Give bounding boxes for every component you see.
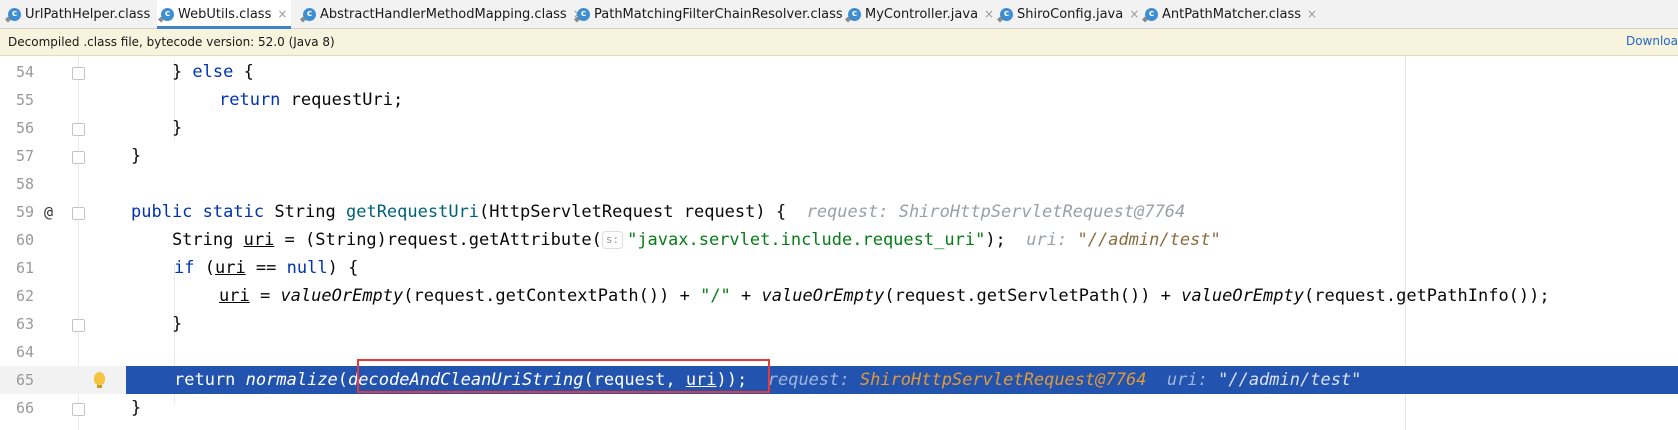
tab-label: MyController.java — [865, 6, 979, 22]
parameter-hint: s: — [601, 231, 624, 249]
line-number: 61 — [15, 259, 34, 277]
lightbulb-icon[interactable] — [94, 372, 105, 388]
inline-debug-hint: request: ShiroHttpServletRequest@7764 — [806, 202, 1186, 222]
line-number: 62 — [15, 287, 34, 305]
code-text: if (uri == null) { — [174, 258, 359, 278]
annotation-highlight-box — [357, 359, 770, 393]
close-icon[interactable]: × — [984, 7, 994, 21]
class-icon: c — [8, 7, 21, 21]
code-text: public static String getRequestUri(HttpS… — [131, 202, 1186, 222]
code-editor[interactable]: 54 } else { 55 return requestUri; 56 } 5… — [0, 56, 1678, 430]
class-icon: c — [303, 7, 316, 21]
download-sources-link[interactable]: Downloa — [1626, 34, 1678, 48]
class-icon: c — [1000, 7, 1013, 21]
code-line[interactable]: 54 } else { — [0, 58, 1678, 86]
tab-mycontroller[interactable]: c MyController.java × — [848, 0, 994, 28]
code-text: return requestUri; — [219, 90, 404, 110]
fold-icon[interactable] — [72, 207, 85, 220]
tab-abstracthandlermethodmapping[interactable]: c AbstractHandlerMethodMapping.class × — [303, 0, 583, 28]
tab-antpathmatcher[interactable]: c AntPathMatcher.class × — [1145, 0, 1317, 28]
code-text: } — [131, 146, 142, 166]
code-text: } else { — [131, 62, 254, 82]
class-icon: c — [848, 7, 861, 21]
class-icon: c — [577, 7, 590, 21]
banner-message: Decompiled .class file, bytecode version… — [8, 35, 335, 49]
fold-icon[interactable] — [72, 403, 85, 416]
fold-icon[interactable] — [72, 151, 85, 164]
code-text: uri = valueOrEmpty(request.getContextPat… — [219, 286, 1550, 306]
tab-label: AbstractHandlerMethodMapping.class — [320, 6, 567, 22]
tab-shiroconfig[interactable]: c ShiroConfig.java × — [1000, 0, 1139, 28]
code-text: String uri = (String)request.getAttribut… — [131, 230, 1221, 250]
inline-debug-hint: uri: "//admin/test" — [1026, 230, 1221, 250]
fold-icon[interactable] — [72, 123, 85, 136]
line-number: 66 — [15, 399, 34, 417]
tab-label: UrlPathHelper.class — [25, 6, 151, 22]
gutter-background — [34, 366, 126, 394]
inline-debug-hint: request: ShiroHttpServletRequest@7764 ur… — [767, 370, 1362, 390]
line-number: 54 — [15, 63, 34, 81]
code-line[interactable]: 66 } — [0, 394, 1678, 422]
tab-webutils[interactable]: c WebUtils.class × — [157, 0, 292, 29]
line-number: 60 — [15, 231, 34, 249]
code-line[interactable]: 59 @ public static String getRequestUri(… — [0, 198, 1678, 226]
fold-icon[interactable] — [72, 319, 85, 332]
code-line[interactable]: 61 if (uri == null) { — [0, 254, 1678, 282]
line-number: 56 — [15, 119, 34, 137]
code-line[interactable]: 63 } — [0, 310, 1678, 338]
override-marker-icon[interactable]: @ — [44, 198, 53, 226]
code-text: } — [131, 118, 183, 138]
tab-urlpathhelper[interactable]: c UrlPathHelper.class × — [8, 0, 166, 28]
code-text: } — [131, 314, 183, 334]
tab-label: WebUtils.class — [178, 6, 272, 22]
close-icon[interactable]: × — [1307, 7, 1317, 21]
line-number: 58 — [15, 175, 34, 193]
code-line[interactable]: 57 } — [0, 142, 1678, 170]
line-number: 64 — [15, 343, 34, 361]
tab-pathmatchingfilterchainresolver[interactable]: c PathMatchingFilterChainResolver.class … — [577, 0, 859, 28]
line-number: 57 — [15, 147, 34, 165]
code-line[interactable]: 62 uri = valueOrEmpty(request.getContext… — [0, 282, 1678, 310]
code-line[interactable]: 56 } — [0, 114, 1678, 142]
current-execution-line[interactable]: 65 return normalize(decodeAndCleanUriStr… — [0, 366, 1678, 394]
tab-label: PathMatchingFilterChainResolver.class — [594, 6, 843, 22]
decompiled-banner: Decompiled .class file, bytecode version… — [0, 29, 1678, 56]
code-text: } — [131, 398, 142, 418]
fold-icon[interactable] — [72, 67, 85, 80]
class-icon: c — [161, 7, 174, 21]
code-line[interactable]: 64 — [0, 338, 1678, 366]
class-icon: c — [1145, 7, 1158, 21]
line-number: 63 — [15, 315, 34, 333]
editor-tab-bar: c UrlPathHelper.class × c WebUtils.class… — [0, 0, 1678, 29]
tab-label: ShiroConfig.java — [1017, 6, 1124, 22]
code-line[interactable]: 55 return requestUri; — [0, 86, 1678, 114]
close-icon[interactable]: × — [1129, 7, 1139, 21]
code-line[interactable]: 60 String uri = (String)request.getAttri… — [0, 226, 1678, 254]
line-number: 55 — [15, 91, 34, 109]
line-number: 59 — [15, 203, 34, 221]
line-number: 65 — [0, 366, 34, 394]
tab-label: AntPathMatcher.class — [1162, 6, 1302, 22]
code-line[interactable]: 58 — [0, 170, 1678, 198]
close-icon[interactable]: × — [277, 7, 287, 21]
